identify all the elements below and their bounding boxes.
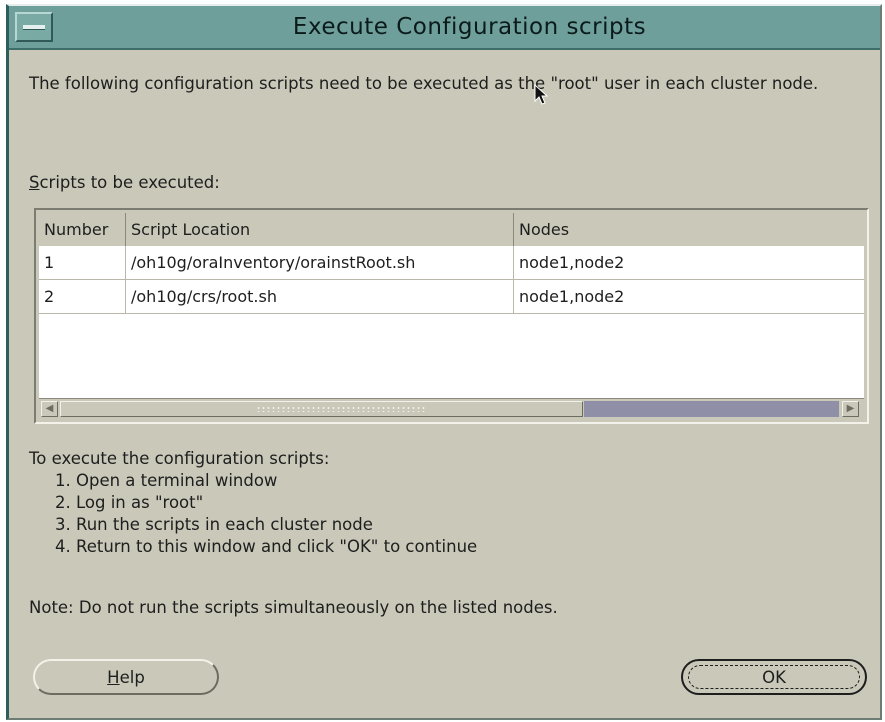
focus-ring [688, 665, 860, 689]
mouse-cursor-icon [534, 84, 548, 105]
horizontal-scrollbar[interactable]: ◀ ▶ [39, 398, 864, 419]
help-label-rest: elp [119, 668, 145, 687]
cell-number: 1 [39, 246, 126, 280]
dialog-window: Execute Configuration scripts The follow… [6, 4, 882, 720]
cell-nodes: node1,node2 [519, 253, 625, 272]
table-row[interactable]: 2 /oh10g/crs/root.sh node1,node2 [39, 280, 864, 314]
scroll-left-icon[interactable]: ◀ [41, 401, 58, 417]
table-row[interactable]: 1 /oh10g/oraInventory/orainstRoot.sh nod… [39, 246, 864, 280]
instructions-steps: 1. Open a terminal window 2. Log in as "… [55, 470, 477, 558]
table-viewport: Number Script Location Nodes 1 /oh10g/or… [39, 213, 864, 398]
scripts-label: Scripts to be executed: [29, 173, 220, 192]
cell-script-location: /oh10g/oraInventory/orainstRoot.sh [126, 246, 514, 280]
help-mnemonic: H [107, 668, 120, 687]
column-header-nodes[interactable]: Nodes [514, 213, 864, 246]
dialog-title: Execute Configuration scripts [292, 14, 647, 40]
ok-button[interactable]: OK [681, 659, 867, 695]
help-button[interactable]: Help [33, 659, 219, 695]
scripts-label-mnemonic: S [29, 173, 40, 192]
step-item: 3. Run the scripts in each cluster node [55, 515, 373, 534]
table-header: Number Script Location Nodes [39, 213, 864, 246]
intro-text: The following configuration scripts need… [29, 74, 819, 93]
title-bar[interactable]: Execute Configuration scripts [9, 6, 880, 50]
column-header-script-location[interactable]: Script Location [126, 213, 514, 246]
scrollbar-track[interactable] [584, 401, 839, 417]
table-empty-area [39, 314, 864, 398]
grip-icon [256, 406, 426, 412]
scrollbar-thumb[interactable] [60, 401, 583, 417]
scripts-label-rest: cripts to be executed: [39, 173, 220, 192]
step-item: 1. Open a terminal window [55, 471, 278, 490]
scroll-right-icon[interactable]: ▶ [842, 401, 859, 417]
cell-script-location: /oh10g/crs/root.sh [126, 280, 514, 314]
window-menu-icon [23, 25, 45, 30]
step-item: 4. Return to this window and click "OK" … [55, 537, 478, 556]
note-text: Note: Do not run the scripts simultaneou… [29, 598, 558, 617]
cell-nodes: node1,node2 [519, 287, 625, 306]
scripts-table: Number Script Location Nodes 1 /oh10g/or… [34, 208, 869, 424]
instructions-heading: To execute the configuration scripts: [29, 449, 330, 468]
cell-number: 2 [39, 280, 126, 314]
window-menu-button[interactable] [15, 12, 53, 42]
column-header-number[interactable]: Number [39, 213, 126, 246]
step-item: 2. Log in as "root" [55, 493, 204, 512]
